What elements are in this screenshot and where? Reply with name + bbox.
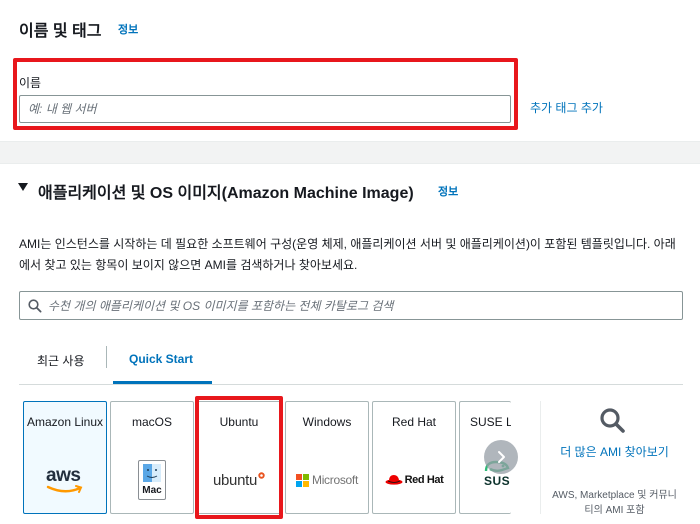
browse-more-amis[interactable]: 더 많은 AMI 찾아보기 AWS, Marketplace 및 커뮤니티의 A… (540, 401, 684, 516)
ami-card-red-hat[interactable]: Red Hat Red Hat (372, 401, 456, 514)
ami-card-ubuntu[interactable]: Ubuntu ubuntu (197, 401, 281, 514)
finder-icon (143, 464, 161, 482)
redhat-hat-icon (385, 475, 403, 485)
search-icon (28, 299, 42, 313)
ami-card-title: Ubuntu (219, 415, 259, 429)
ami-heading: 애플리케이션 및 OS 이미지(Amazon Machine Image) (38, 185, 414, 202)
aws-logo-text: aws (46, 465, 81, 486)
ami-search-box[interactable] (19, 291, 683, 320)
redhat-logo: Red Hat (373, 460, 455, 500)
ami-card-windows[interactable]: Windows Microsoft (285, 401, 369, 514)
ami-description: AMI는 인스턴스를 시작하는 데 필요한 소프트웨어 구성(운영 체제, 애플… (19, 237, 676, 272)
tabs-divider (19, 384, 683, 385)
ami-card-title: SUSE Li (470, 415, 511, 429)
ami-card-title: Windows (302, 415, 352, 429)
name-and-tags-panel: 이름 및 태그 정보 이름 추가 태그 추가 (0, 0, 700, 142)
name-tags-heading: 이름 및 태그 (19, 23, 102, 40)
browse-more-amis-subtitle: AWS, Marketplace 및 커뮤니티의 AMI 포함 (552, 490, 677, 516)
ubuntu-circle-icon (258, 471, 265, 479)
name-field-label: 이름 (19, 76, 42, 90)
ubuntu-logo-text: ubuntu (212, 471, 258, 489)
tab-recent[interactable]: 최근 사용 (37, 352, 85, 369)
microsoft-logo-text: Microsoft (312, 473, 358, 487)
collapse-triangle-icon[interactable] (18, 183, 28, 191)
ami-card-amazon-linux[interactable]: Amazon Linux aws (23, 401, 107, 514)
suse-logo-text: SUS (484, 474, 511, 488)
mac-logo: Mac (111, 460, 193, 500)
name-tags-info-link[interactable]: 정보 (118, 21, 138, 37)
windows-logo-icon (296, 473, 309, 487)
aws-logo: aws (24, 460, 106, 500)
ami-card-title: Red Hat (391, 415, 437, 429)
tab-quick-start[interactable]: Quick Start (129, 352, 193, 366)
ami-card-title: Amazon Linux (26, 415, 104, 429)
carousel-next-button[interactable] (484, 440, 518, 474)
ami-card-macos[interactable]: macOS Mac (110, 401, 194, 514)
aws-smile-icon (46, 485, 83, 493)
microsoft-logo: Microsoft (286, 460, 368, 500)
mac-logo-text: Mac (142, 485, 162, 496)
redhat-logo-text: Red Hat (404, 474, 444, 486)
ubuntu-logo: ubuntu (198, 460, 280, 500)
ami-info-link[interactable]: 정보 (438, 183, 458, 199)
name-input[interactable] (19, 95, 511, 123)
ami-card-title: macOS (131, 415, 172, 429)
add-tag-link[interactable]: 추가 태그 추가 (530, 99, 603, 116)
carousel-next-icon (498, 451, 505, 463)
ami-search-input[interactable] (48, 292, 678, 319)
magnifier-icon (600, 408, 625, 433)
tab-divider (106, 346, 107, 368)
browse-more-amis-link[interactable]: 더 많은 AMI 찾아보기 (551, 443, 678, 462)
